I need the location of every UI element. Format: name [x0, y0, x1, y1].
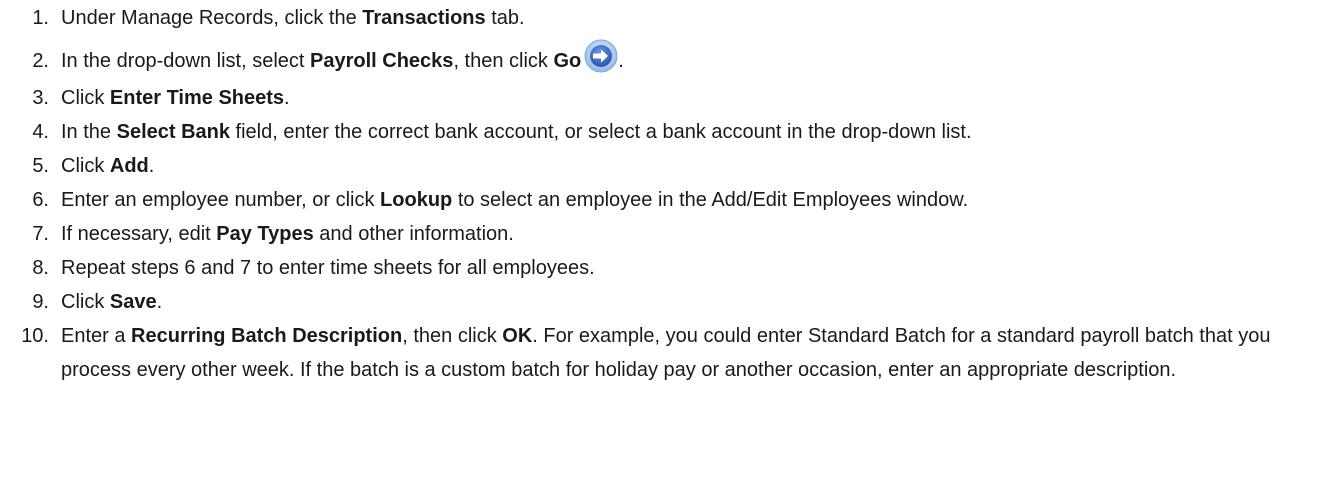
step-text: In the drop-down list, select — [61, 50, 311, 72]
step-6: 6. Enter an employee number, or click Loo… — [0, 183, 1317, 217]
step-number: 6. — [32, 189, 49, 211]
step-text: Enter a — [61, 325, 132, 347]
step-text: Repeat steps 6 and 7 to enter time sheet… — [61, 257, 595, 279]
step-5: 5. Click Add. — [0, 149, 1317, 183]
step-number: 2. — [32, 50, 49, 72]
step-text: Click — [61, 155, 110, 177]
step-4: 4. In the Select Bank field, enter the co… — [0, 115, 1317, 149]
step-text: Click — [61, 291, 110, 313]
ok-label: OK — [502, 325, 533, 347]
step-number: 3. — [32, 87, 49, 109]
instruction-list: 1. Under Manage Records, click the Transa… — [0, 0, 1317, 387]
step-text: . — [618, 50, 624, 72]
step-text: tab. — [485, 7, 525, 29]
lookup-label: Lookup — [380, 189, 453, 211]
step-3: 3. Click Enter Time Sheets. — [0, 81, 1317, 115]
step-text: Under Manage Records, click the — [61, 7, 363, 29]
step-8: 8. Repeat steps 6 and 7 to enter time she… — [0, 251, 1317, 285]
step-text: . — [156, 291, 163, 313]
step-text: . — [148, 155, 155, 177]
step-2: 2. In the drop-down list, select Payroll … — [0, 35, 1317, 81]
step-number: 1. — [32, 7, 49, 29]
step-text: and other information. — [313, 223, 514, 245]
step-text: In the — [61, 121, 117, 143]
step-number: 8. — [32, 257, 49, 279]
step-number: 7. — [32, 223, 49, 245]
enter-time-sheets-label: Enter Time Sheets — [109, 87, 285, 109]
step-1: 1. Under Manage Records, click the Transa… — [0, 1, 1317, 35]
step-text: , then click — [453, 50, 554, 72]
step-text: Click — [61, 87, 110, 109]
step-text: field, enter the correct bank account, o… — [230, 121, 972, 143]
step-number: 4. — [32, 121, 49, 143]
step-7: 7. If necessary, edit Pay Types and other… — [0, 217, 1317, 251]
save-label: Save — [109, 291, 157, 313]
add-label: Add — [109, 155, 149, 177]
recurring-batch-description-label: Recurring Batch Description — [131, 325, 403, 347]
transactions-tab-label: Transactions — [362, 7, 486, 29]
step-text: Enter an employee number, or click — [61, 189, 381, 211]
step-9: 9. Click Save. — [0, 285, 1317, 319]
step-text: to select an employee in the Add/Edit Em… — [452, 189, 969, 211]
payroll-checks-label: Payroll Checks — [310, 50, 454, 72]
step-number: 5. — [32, 155, 49, 177]
step-text: If necessary, edit — [61, 223, 217, 245]
step-10: 10. Enter a Recurring Batch Description, … — [0, 319, 1291, 387]
go-arrow-icon — [584, 39, 618, 73]
step-text: . — [284, 87, 290, 109]
select-bank-label: Select Bank — [116, 121, 230, 143]
pay-types-label: Pay Types — [216, 223, 314, 245]
step-number: 9. — [32, 291, 49, 313]
step-text: , then click — [402, 325, 503, 347]
step-number: 10. — [21, 325, 49, 347]
go-label: Go — [553, 50, 582, 72]
